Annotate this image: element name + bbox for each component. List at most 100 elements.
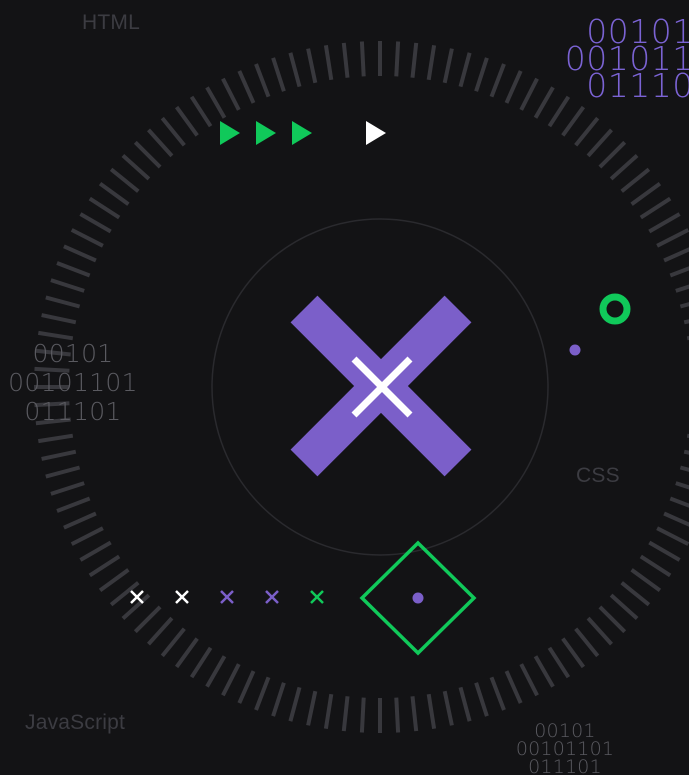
- ring-tick: [630, 568, 662, 593]
- ring-tick: [683, 449, 689, 455]
- ring-tick: [359, 697, 366, 733]
- ring-tick: [70, 526, 104, 546]
- ring-tick: [663, 247, 689, 263]
- ring-tick: [133, 605, 162, 634]
- ring-tick: [639, 554, 672, 578]
- ring-tick: [656, 526, 689, 546]
- ring-tick: [394, 41, 401, 77]
- ring-tick: [56, 496, 91, 513]
- ring-tick: [63, 511, 97, 530]
- play-arrow-icon: [256, 121, 276, 145]
- green-ring-icon: [599, 293, 631, 325]
- ring-tick: [98, 181, 130, 206]
- ring-tick: [656, 228, 689, 248]
- ring-tick: [254, 676, 271, 711]
- ring-tick: [669, 496, 689, 508]
- ring-tick: [121, 154, 151, 181]
- ring-tick: [648, 212, 681, 234]
- ring-tick: [147, 616, 174, 646]
- ring-tick: [160, 116, 186, 147]
- ring-tick: [675, 284, 689, 293]
- binary-line: 011101: [528, 756, 602, 775]
- ring-tick: [458, 52, 472, 88]
- ring-tick: [41, 449, 77, 461]
- ring-tick: [109, 167, 140, 193]
- ring-tick: [442, 48, 454, 84]
- ring-tick: [519, 77, 539, 111]
- ring-tick: [426, 44, 437, 81]
- ring-tick: [442, 690, 454, 726]
- ring-tick: [426, 693, 437, 730]
- ring-tick: [598, 140, 627, 169]
- ring-tick: [648, 540, 681, 562]
- ring-tick: [394, 697, 401, 733]
- ring-tick: [63, 244, 97, 263]
- ring-tick: [458, 686, 472, 722]
- play-arrow-icon: [220, 121, 240, 145]
- ring-tick: [586, 616, 613, 646]
- binary-left: 00101 00101101 011101: [3, 339, 143, 426]
- ring-tick: [675, 481, 689, 490]
- binary-line: 011101: [24, 397, 122, 426]
- ring-tick: [189, 646, 213, 679]
- big-x-icon: [290, 295, 472, 477]
- ring-tick: [37, 330, 74, 341]
- ring-tick: [133, 140, 162, 169]
- ring-tick: [341, 42, 350, 78]
- ring-tick: [574, 116, 600, 147]
- cross-icon: [310, 590, 324, 604]
- ring-tick: [174, 105, 199, 137]
- play-arrows-row: [220, 121, 386, 145]
- ring-tick: [288, 52, 302, 88]
- ring-tick: [189, 95, 213, 128]
- ring-tick: [56, 261, 91, 278]
- ring-tick: [88, 196, 121, 220]
- ring-tick: [519, 663, 539, 697]
- ring-tick: [271, 682, 286, 717]
- ring-tick: [410, 696, 419, 732]
- ring-tick: [586, 128, 613, 158]
- ring-tick: [306, 690, 318, 726]
- ring-tick: [489, 676, 506, 711]
- ring-tick: [288, 686, 302, 722]
- binary-top-right: 00101 0010110 01110: [560, 15, 689, 102]
- ring-tick: [45, 295, 81, 309]
- ring-tick: [474, 57, 489, 92]
- play-arrow-icon: [366, 121, 386, 145]
- ring-tick: [237, 670, 256, 704]
- ring-tick: [561, 105, 586, 137]
- ring-tick: [323, 44, 334, 81]
- ring-tick: [221, 663, 241, 697]
- ring-tick: [474, 682, 489, 717]
- html-label: HTML: [82, 11, 140, 34]
- ring-tick: [254, 63, 271, 98]
- ring-tick: [489, 63, 506, 98]
- ring-tick: [323, 693, 334, 730]
- ring-tick: [41, 313, 77, 325]
- ring-tick: [50, 481, 85, 496]
- ring-tick: [504, 670, 523, 704]
- binary-line: 00101101: [8, 368, 138, 397]
- ring-tick: [79, 212, 112, 234]
- binary-bottom: 00101 00101101 011101: [505, 722, 625, 775]
- ring-tick: [237, 70, 256, 104]
- ring-tick: [79, 540, 112, 562]
- ring-tick: [620, 167, 651, 193]
- ring-tick: [620, 581, 651, 607]
- ring-tick: [504, 70, 523, 104]
- ring-tick: [630, 181, 662, 206]
- ring-tick: [341, 696, 350, 732]
- ring-tick: [160, 627, 186, 658]
- purple-dot-icon: [569, 344, 581, 356]
- ring-tick: [639, 196, 672, 220]
- ring-tick: [45, 465, 81, 479]
- binary-line: 00101: [32, 339, 114, 368]
- cross-icon: [130, 590, 144, 604]
- ring-tick: [679, 302, 689, 309]
- small-crosses-row: [130, 590, 324, 604]
- cross-icon: [175, 590, 189, 604]
- ring-tick: [663, 511, 689, 527]
- ring-tick: [37, 433, 74, 444]
- ring-tick: [547, 95, 571, 128]
- ring-tick: [88, 554, 121, 578]
